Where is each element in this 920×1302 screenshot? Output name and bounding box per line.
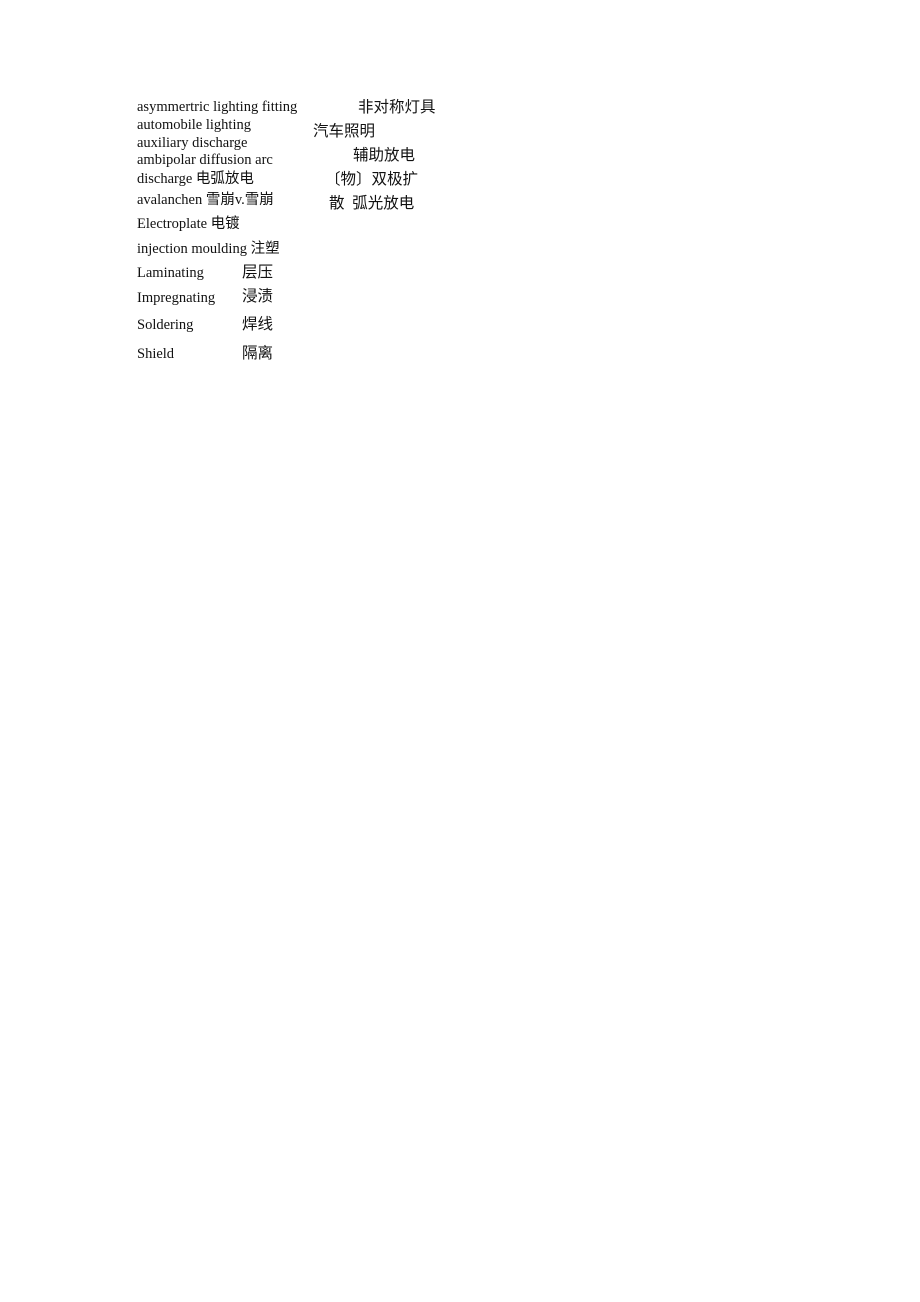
term-laminating: Laminating — [137, 265, 204, 281]
translation-shield: 隔离 — [242, 345, 274, 362]
translation-automobile-lighting: 汽车照明 — [313, 123, 376, 140]
term-impregnating: Impregnating — [137, 290, 216, 306]
translation-soldering: 焊线 — [242, 316, 274, 333]
term-avalanchen: avalanchen 雪崩v.雪崩 — [137, 192, 274, 208]
term-shield: Shield — [137, 346, 175, 362]
translation-laminating: 层压 — [242, 264, 274, 281]
translation-auxiliary-discharge: 辅助放电 — [353, 147, 416, 164]
term-asymmetric-lighting-fitting: asymmertric lighting fitting — [137, 99, 298, 115]
term-electroplate: Electroplate 电镀 — [137, 216, 240, 232]
translation-ambipolar-diffusion-2: 散 弧光放电 — [329, 195, 415, 212]
term-injection-moulding: injection moulding 注塑 — [137, 241, 280, 257]
translation-asymmetric-lighting-fitting: 非对称灯具 — [358, 99, 436, 116]
term-discharge: discharge 电弧放电 — [137, 171, 254, 187]
term-auxiliary-discharge: auxiliary discharge — [137, 135, 248, 151]
term-automobile-lighting: automobile lighting — [137, 117, 251, 133]
translation-ambipolar-diffusion-1: 〔物〕双极扩 — [325, 171, 419, 188]
translation-impregnating: 浸渍 — [242, 288, 274, 305]
term-soldering: Soldering — [137, 317, 194, 333]
term-ambipolar-diffusion-arc: ambipolar diffusion arc — [137, 152, 273, 168]
